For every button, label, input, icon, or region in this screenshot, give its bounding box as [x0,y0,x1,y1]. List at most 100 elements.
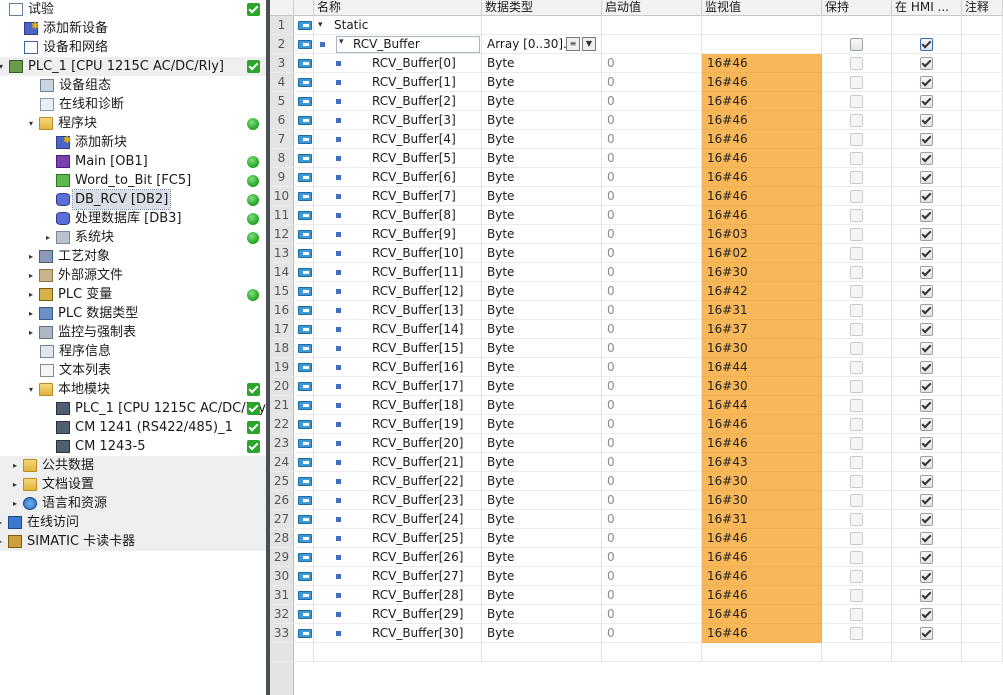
tree-item[interactable]: ▸ 在线访问 [0,513,266,532]
comment-cell[interactable] [962,73,1003,92]
tree-item[interactable]: ▸ PLC 变量 [0,285,266,304]
element-start-value[interactable]: 0 [602,111,702,130]
tree-item[interactable]: ▾ 本地模块 [0,380,266,399]
element-start-value[interactable]: 0 [602,282,702,301]
header-comment[interactable]: 注释 [962,0,1003,16]
element-name-cell[interactable]: RCV_Buffer[26] [314,548,482,567]
checkbox[interactable] [850,532,863,545]
element-name-cell[interactable]: RCV_Buffer[6] [314,168,482,187]
checkbox[interactable] [920,38,933,51]
comment-cell[interactable] [962,54,1003,73]
element-name-cell[interactable]: RCV_Buffer[17] [314,377,482,396]
checkbox[interactable] [920,399,933,412]
element-name-cell[interactable]: RCV_Buffer[27] [314,567,482,586]
element-start-value[interactable]: 0 [602,339,702,358]
checkbox[interactable] [850,399,863,412]
comment-cell[interactable] [962,396,1003,415]
tree-item[interactable]: ▸ 外部源文件 [0,266,266,285]
expand-arrow-icon[interactable]: ▸ [10,456,20,475]
expand-arrow-icon[interactable]: ▸ [26,266,36,285]
element-name-cell[interactable]: RCV_Buffer[29] [314,605,482,624]
tree-item[interactable]: Main [OB1] [0,152,266,171]
comment-cell[interactable] [962,510,1003,529]
element-start-value[interactable]: 0 [602,320,702,339]
comment-cell[interactable] [962,529,1003,548]
comment-cell[interactable] [962,624,1003,643]
comment-cell[interactable] [962,434,1003,453]
checkbox[interactable] [920,304,933,317]
element-start-value[interactable]: 0 [602,225,702,244]
element-name-cell[interactable]: RCV_Buffer[30] [314,624,482,643]
tree-item[interactable]: ▾ PLC_1 [CPU 1215C AC/DC/Rly] [0,57,266,76]
element-start-value[interactable]: 0 [602,149,702,168]
element-name-cell[interactable]: RCV_Buffer[11] [314,263,482,282]
checkbox[interactable] [920,589,933,602]
checkbox[interactable] [920,627,933,640]
checkbox[interactable] [850,475,863,488]
checkbox[interactable] [920,171,933,184]
comment-cell[interactable] [962,301,1003,320]
comment-cell[interactable] [962,491,1003,510]
checkbox[interactable] [850,171,863,184]
comment-cell[interactable] [962,244,1003,263]
array-datatype-combo[interactable]: Array [0..30]... ≡ ▼ [482,35,602,54]
comment-cell[interactable] [962,453,1003,472]
header-start-value[interactable]: 启动值 [602,0,702,16]
checkbox[interactable] [850,152,863,165]
tree-item[interactable]: ▸ 公共数据 [0,456,266,475]
comment-cell[interactable] [962,111,1003,130]
checkbox[interactable] [920,95,933,108]
checkbox[interactable] [850,209,863,222]
header-monitor-value[interactable]: 监视值 [702,0,822,16]
array-name-cell[interactable]: ▾ RCV_Buffer [314,35,482,54]
expand-arrow-icon[interactable]: ▸ [10,475,20,494]
checkbox[interactable] [920,551,933,564]
expand-arrow-icon[interactable]: ▸ [43,228,53,247]
comment-cell[interactable] [962,225,1003,244]
checkbox[interactable] [850,513,863,526]
element-start-value[interactable]: 0 [602,567,702,586]
expand-arrow-icon[interactable]: ▸ [26,304,36,323]
checkbox[interactable] [850,285,863,298]
tree-item[interactable]: 添加新设备 [0,17,266,38]
checkbox[interactable] [850,76,863,89]
tree-item[interactable]: 添加新块 [0,131,266,152]
tree-item[interactable]: Word_to_Bit [FC5] [0,171,266,190]
expand-arrow-icon[interactable]: ▸ [10,494,20,513]
element-name-cell[interactable]: RCV_Buffer[5] [314,149,482,168]
comment-cell[interactable] [962,149,1003,168]
tree-item[interactable]: ▸ SIMATIC 卡读卡器 [0,532,266,551]
element-name-cell[interactable]: RCV_Buffer[10] [314,244,482,263]
checkbox[interactable] [920,437,933,450]
comment-cell[interactable] [962,92,1003,111]
element-name-cell[interactable]: RCV_Buffer[19] [314,415,482,434]
element-start-value[interactable]: 0 [602,548,702,567]
element-start-value[interactable]: 0 [602,377,702,396]
comment-cell[interactable] [962,567,1003,586]
comment-cell[interactable] [962,263,1003,282]
checkbox[interactable] [850,323,863,336]
checkbox[interactable] [920,209,933,222]
element-name-cell[interactable]: RCV_Buffer[14] [314,320,482,339]
tree-item[interactable]: 试验 [0,0,266,19]
checkbox[interactable] [920,570,933,583]
element-start-value[interactable]: 0 [602,624,702,643]
tree-item[interactable]: ▸ 系统块 [0,228,266,247]
tree-item[interactable]: CM 1243-5 [0,437,266,456]
element-start-value[interactable]: 0 [602,187,702,206]
comment-cell[interactable] [962,206,1003,225]
element-start-value[interactable]: 0 [602,130,702,149]
checkbox[interactable] [850,266,863,279]
tree-item[interactable]: 设备组态 [0,76,266,95]
checkbox[interactable] [850,589,863,602]
element-start-value[interactable]: 0 [602,396,702,415]
element-name-cell[interactable]: RCV_Buffer[22] [314,472,482,491]
tree-item[interactable]: ▸ 文档设置 [0,475,266,494]
checkbox[interactable] [850,361,863,374]
collapse-arrow-icon[interactable]: ▾ [0,57,6,76]
element-start-value[interactable]: 0 [602,529,702,548]
comment-cell[interactable] [962,282,1003,301]
expand-arrow-icon[interactable]: ▸ [26,323,36,342]
element-start-value[interactable]: 0 [602,168,702,187]
tree-item[interactable]: PLC_1 [CPU 1215C AC/DC/Rly] [0,399,266,418]
